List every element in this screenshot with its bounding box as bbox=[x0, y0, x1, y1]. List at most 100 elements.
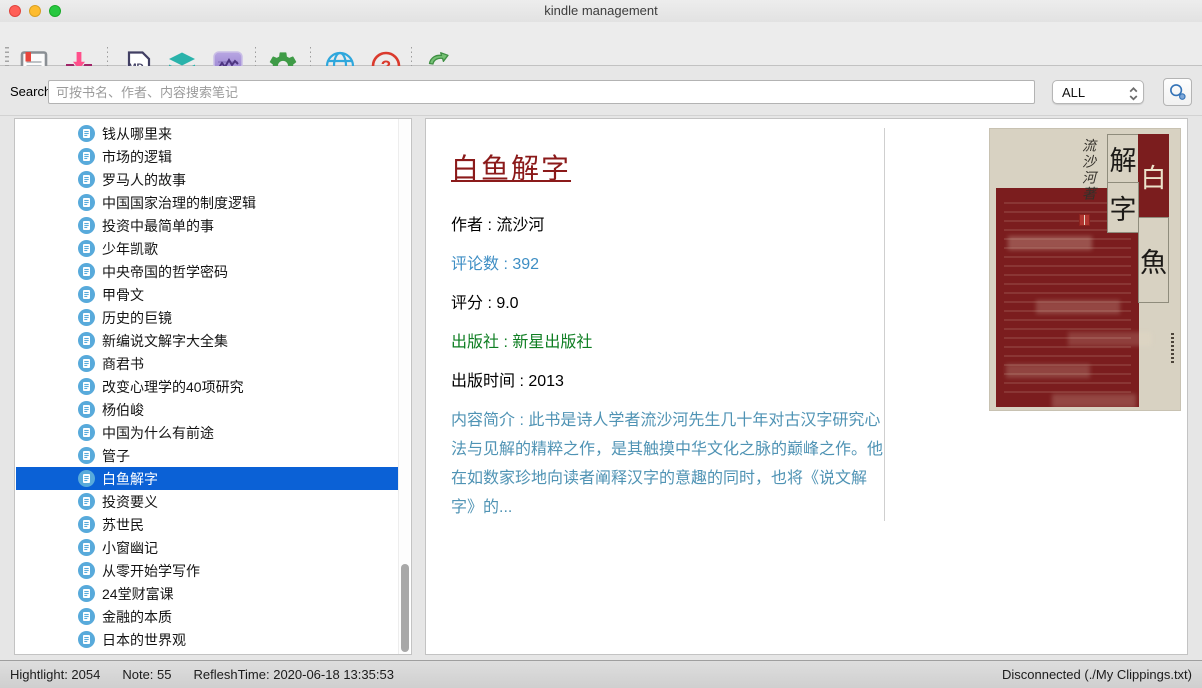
book-title-link[interactable]: 白鱼解字 bbox=[451, 137, 571, 187]
book-icon bbox=[78, 171, 95, 188]
book-title-label: 少年凯歌 bbox=[102, 239, 158, 259]
detail-text: 白鱼解字 作者 : 流沙河 评论数 : 392 评分 : 9.0 出版社 : 新… bbox=[451, 137, 883, 522]
search-row: Search ALL bbox=[0, 66, 1202, 116]
book-list-item[interactable]: 中国国家治理的制度逻辑 bbox=[16, 191, 398, 214]
book-icon bbox=[78, 401, 95, 418]
book-list-item[interactable]: 白鱼解字 bbox=[16, 467, 398, 490]
book-title-label: 24堂财富课 bbox=[102, 584, 174, 604]
book-list-item[interactable]: 24堂财富课 bbox=[16, 582, 398, 605]
book-icon bbox=[78, 332, 95, 349]
detail-field: 内容简介 : 此书是诗人学者流沙河先生几十年对古汉字研究心法与见解的精粹之作，是… bbox=[451, 406, 883, 522]
cover-spine-text bbox=[1171, 333, 1174, 363]
search-button[interactable] bbox=[1163, 78, 1192, 106]
detail-field: 评分 : 9.0 bbox=[451, 289, 883, 318]
refresh-time: RefleshTime: 2020-06-18 13:35:53 bbox=[194, 667, 394, 682]
book-title-label: 日本的世界观 bbox=[102, 630, 186, 650]
statusbar: Hightlight: 2054 Note: 55 RefleshTime: 2… bbox=[0, 660, 1202, 688]
book-title-label: 投资中最简单的事 bbox=[102, 216, 214, 236]
book-title-label: 苏世民 bbox=[102, 515, 144, 535]
book-icon bbox=[78, 562, 95, 579]
book-list-item[interactable]: 金融的本质 bbox=[16, 605, 398, 628]
book-title-label: 历史的巨镜 bbox=[102, 308, 172, 328]
book-list-item[interactable]: 新编说文解字大全集 bbox=[16, 329, 398, 352]
detail-fields: 作者 : 流沙河 评论数 : 392 评分 : 9.0 出版社 : 新星出版社 … bbox=[451, 211, 883, 522]
book-list-item[interactable]: 甲骨文 bbox=[16, 283, 398, 306]
book-list-item[interactable]: 钱从哪里来 bbox=[16, 122, 398, 145]
book-cover: 解 白 字 魚 流沙河著 bbox=[989, 128, 1181, 411]
window-title: kindle management bbox=[0, 3, 1202, 18]
book-list-item[interactable]: 投资要义 bbox=[16, 490, 398, 513]
search-label: Search bbox=[10, 84, 51, 99]
book-title-label: 钱从哪里来 bbox=[102, 124, 172, 144]
book-icon bbox=[78, 194, 95, 211]
book-list-item[interactable]: 管子 bbox=[16, 444, 398, 467]
detail-field: 出版时间 : 2013 bbox=[451, 367, 883, 396]
book-icon bbox=[78, 263, 95, 280]
book-icon bbox=[78, 516, 95, 533]
detail-field: 出版社 : 新星出版社 bbox=[451, 328, 883, 357]
detail-field: 评论数 : 392 bbox=[451, 250, 883, 279]
book-icon bbox=[78, 631, 95, 648]
book-title-label: 杨伯峻 bbox=[102, 400, 144, 420]
filter-value: ALL bbox=[1062, 85, 1085, 100]
book-icon bbox=[78, 539, 95, 556]
toolbar: MD bbox=[0, 22, 1202, 66]
book-title-label: 商君书 bbox=[102, 354, 144, 374]
book-title-label: 市场的逻辑 bbox=[102, 147, 172, 167]
panel-divider bbox=[884, 128, 885, 521]
book-list-item[interactable]: 中央帝国的哲学密码 bbox=[16, 260, 398, 283]
book-list-item[interactable]: 少年凯歌 bbox=[16, 237, 398, 260]
book-title-label: 从零开始学写作 bbox=[102, 561, 200, 581]
book-icon bbox=[78, 309, 95, 326]
book-title-label: 甲骨文 bbox=[102, 285, 144, 305]
book-list-item[interactable]: 日本的世界观 bbox=[16, 628, 398, 651]
sidebar-scrollbar[interactable] bbox=[398, 119, 410, 654]
book-icon bbox=[78, 148, 95, 165]
cover-title-char: 魚 bbox=[1138, 217, 1169, 303]
app-window: kindle management bbox=[0, 0, 1202, 688]
book-list-item[interactable]: 罗马人的故事 bbox=[16, 168, 398, 191]
book-list-item[interactable]: 苏世民 bbox=[16, 513, 398, 536]
book-title-label: 中国为什么有前途 bbox=[102, 423, 214, 443]
book-list-item[interactable]: 从零开始学写作 bbox=[16, 559, 398, 582]
book-list-item[interactable]: 改变心理学的40项研究 bbox=[16, 375, 398, 398]
cover-signature: 流沙河著 bbox=[1077, 138, 1097, 212]
detail-field: 作者 : 流沙河 bbox=[451, 211, 883, 240]
scrollbar-thumb[interactable] bbox=[401, 564, 409, 652]
cover-title-char: 白 bbox=[1138, 134, 1169, 218]
search-input[interactable] bbox=[48, 80, 1035, 104]
book-icon bbox=[78, 378, 95, 395]
book-list-item[interactable]: 杨伯峻 bbox=[16, 398, 398, 421]
select-stepper-icon bbox=[1128, 85, 1139, 101]
book-icon bbox=[78, 217, 95, 234]
book-list-item[interactable]: 投资中最简单的事 bbox=[16, 214, 398, 237]
book-title-label: 新编说文解字大全集 bbox=[102, 331, 228, 351]
book-icon bbox=[78, 470, 95, 487]
book-icon bbox=[78, 585, 95, 602]
filter-select[interactable]: ALL bbox=[1052, 80, 1144, 104]
book-icon bbox=[78, 240, 95, 257]
book-list-item[interactable]: 历史的巨镜 bbox=[16, 306, 398, 329]
detail-panel: 白鱼解字 作者 : 流沙河 评论数 : 392 评分 : 9.0 出版社 : 新… bbox=[425, 118, 1188, 655]
highlight-count: Hightlight: 2054 bbox=[10, 667, 100, 682]
cover-seal bbox=[1079, 214, 1090, 226]
book-icon bbox=[78, 424, 95, 441]
book-title-label: 中央帝国的哲学密码 bbox=[102, 262, 228, 282]
cover-title-char: 字 bbox=[1107, 182, 1139, 233]
book-list-item[interactable]: 市场的逻辑 bbox=[16, 145, 398, 168]
book-icon bbox=[78, 355, 95, 372]
book-title-label: 罗马人的故事 bbox=[102, 170, 186, 190]
book-icon bbox=[78, 493, 95, 510]
book-title-label: 中国国家治理的制度逻辑 bbox=[102, 193, 256, 213]
book-icon bbox=[78, 286, 95, 303]
book-title-label: 金融的本质 bbox=[102, 607, 172, 627]
book-list-item[interactable]: 小窗幽记 bbox=[16, 536, 398, 559]
book-title-label: 投资要义 bbox=[102, 492, 158, 512]
note-count: Note: 55 bbox=[122, 667, 171, 682]
book-title-label: 管子 bbox=[102, 446, 130, 466]
titlebar: kindle management bbox=[0, 0, 1202, 22]
book-list-item[interactable]: 商君书 bbox=[16, 352, 398, 375]
book-title-label: 小窗幽记 bbox=[102, 538, 158, 558]
book-list-item[interactable]: 中国为什么有前途 bbox=[16, 421, 398, 444]
cover-title-char: 解 bbox=[1107, 134, 1139, 183]
